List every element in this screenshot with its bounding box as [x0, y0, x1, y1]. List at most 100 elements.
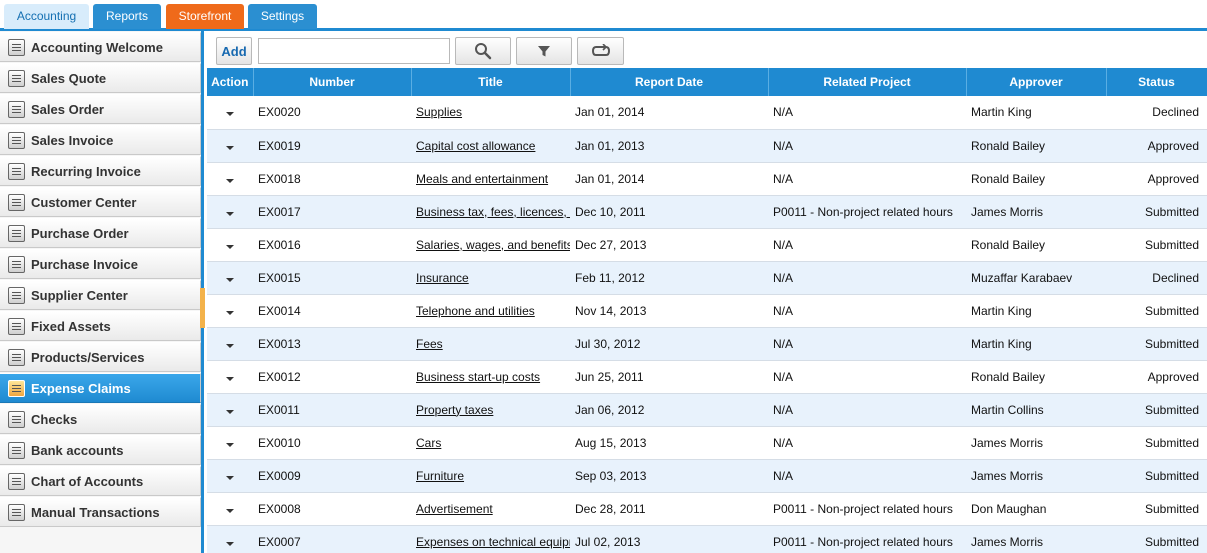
title-link[interactable]: Fees	[416, 337, 443, 351]
search-input[interactable]	[258, 38, 450, 64]
row-action-dropdown-icon[interactable]	[226, 442, 234, 447]
row-action-cell[interactable]	[207, 129, 253, 163]
refresh-button[interactable]	[577, 37, 624, 65]
sidebar-item-supplier-center[interactable]: Supplier Center	[0, 280, 201, 310]
row-action-dropdown-icon[interactable]	[226, 508, 234, 513]
sidebar-item-manual-transactions[interactable]: Manual Transactions	[0, 497, 201, 527]
table-row[interactable]: EX0008 Advertisement Dec 28, 2011 P0011 - N…	[207, 492, 1207, 526]
table-row[interactable]: EX0007 Expenses on technical equipme Jul 0…	[207, 525, 1207, 553]
sidebar-item-chart-of-accounts[interactable]: Chart of Accounts	[0, 466, 201, 496]
row-action-dropdown-icon[interactable]	[226, 475, 234, 480]
table-row[interactable]: EX0011 Property taxes Jan 06, 2012 N/A Marti…	[207, 393, 1207, 427]
sidebar: Accounting Welcome Sales Quote Sales Order…	[0, 31, 204, 553]
sidebar-item-bank-accounts[interactable]: Bank accounts	[0, 435, 201, 465]
quote-icon	[8, 69, 25, 87]
cell-status: Approved	[1106, 360, 1207, 394]
sidebar-item-products-services[interactable]: Products/Services	[0, 342, 201, 372]
table-row[interactable]: EX0009 Furniture Sep 03, 2013 N/A James Morr…	[207, 459, 1207, 493]
column-header-title[interactable]: Title	[411, 68, 571, 96]
title-link[interactable]: Capital cost allowance	[416, 139, 535, 153]
sidebar-item-label: Supplier Center	[31, 287, 128, 303]
row-action-cell[interactable]	[207, 195, 253, 229]
column-header-action[interactable]: Action	[207, 68, 254, 96]
title-link[interactable]: Meals and entertainment	[416, 172, 548, 186]
row-action-dropdown-icon[interactable]	[226, 277, 234, 282]
column-header-number[interactable]: Number	[253, 68, 412, 96]
row-action-dropdown-icon[interactable]	[226, 145, 234, 150]
sidebar-item-accounting-welcome[interactable]: Accounting Welcome	[0, 32, 201, 62]
sidebar-item-purchase-invoice[interactable]: Purchase Invoice	[0, 249, 201, 279]
search-button[interactable]	[455, 37, 511, 65]
column-header-status[interactable]: Status	[1106, 68, 1207, 96]
sidebar-item-expense-claims[interactable]: Expense Claims	[0, 373, 201, 403]
tab-storefront[interactable]: Storefront	[166, 4, 244, 29]
row-action-cell[interactable]	[207, 393, 253, 427]
row-action-cell[interactable]	[207, 162, 253, 196]
row-action-cell[interactable]	[207, 492, 253, 526]
title-link[interactable]: Supplies	[416, 105, 462, 119]
row-action-dropdown-icon[interactable]	[226, 178, 234, 183]
sidebar-item-customer-center[interactable]: Customer Center	[0, 187, 201, 217]
cell-approver: James Morris	[966, 459, 1106, 493]
tab-reports[interactable]: Reports	[93, 4, 161, 29]
title-link[interactable]: Advertisement	[416, 502, 493, 516]
sidebar-item-fixed-assets[interactable]: Fixed Assets	[0, 311, 201, 341]
row-action-cell[interactable]	[207, 228, 253, 262]
row-action-dropdown-icon[interactable]	[226, 244, 234, 249]
table-row[interactable]: EX0016 Salaries, wages, and benefits Dec 2…	[207, 228, 1207, 262]
title-link[interactable]: Telephone and utilities	[416, 304, 535, 318]
row-action-cell[interactable]	[207, 261, 253, 295]
column-header-related-project[interactable]: Related Project	[768, 68, 967, 96]
table-row[interactable]: EX0017 Business tax, fees, licences, d Dec…	[207, 195, 1207, 229]
tab-accounting[interactable]: Accounting	[4, 4, 89, 29]
row-action-dropdown-icon[interactable]	[226, 376, 234, 381]
cell-title: Insurance	[411, 261, 570, 295]
row-action-cell[interactable]	[207, 459, 253, 493]
add-button[interactable]: Add	[216, 37, 252, 65]
tab-settings[interactable]: Settings	[248, 4, 317, 29]
sidebar-item-sales-quote[interactable]: Sales Quote	[0, 63, 201, 93]
table-row[interactable]: EX0015 Insurance Feb 11, 2012 N/A Muzaffar K…	[207, 261, 1207, 295]
sidebar-item-checks[interactable]: Checks	[0, 404, 201, 434]
row-action-dropdown-icon[interactable]	[226, 541, 234, 546]
table-row[interactable]: EX0012 Business start-up costs Jun 25, 201…	[207, 360, 1207, 394]
row-action-cell[interactable]	[207, 525, 253, 553]
filter-button[interactable]	[516, 37, 572, 65]
table-row[interactable]: EX0020 Supplies Jan 01, 2014 N/A Martin King…	[207, 96, 1207, 130]
row-action-cell[interactable]	[207, 96, 253, 130]
title-link[interactable]: Business tax, fees, licences, d	[416, 205, 570, 219]
sidebar-item-sales-order[interactable]: Sales Order	[0, 94, 201, 124]
sidebar-item-sales-invoice[interactable]: Sales Invoice	[0, 125, 201, 155]
title-link[interactable]: Salaries, wages, and benefits	[416, 238, 570, 252]
column-header-approver[interactable]: Approver	[966, 68, 1107, 96]
row-action-dropdown-icon[interactable]	[226, 343, 234, 348]
row-action-dropdown-icon[interactable]	[226, 112, 234, 117]
title-link[interactable]: Business start-up costs	[416, 370, 540, 384]
sidebar-item-label: Sales Invoice	[31, 132, 114, 148]
row-action-cell[interactable]	[207, 294, 253, 328]
table-row[interactable]: EX0018 Meals and entertainment Jan 01, 201…	[207, 162, 1207, 196]
row-action-cell[interactable]	[207, 426, 253, 460]
table-row[interactable]: EX0019 Capital cost allowance Jan 01, 2013…	[207, 129, 1207, 163]
sidebar-item-purchase-order[interactable]: Purchase Order	[0, 218, 201, 248]
row-action-dropdown-icon[interactable]	[226, 310, 234, 315]
table-row[interactable]: EX0013 Fees Jul 30, 2012 N/A Martin King Subm…	[207, 327, 1207, 361]
cell-status: Approved	[1106, 162, 1207, 196]
column-header-report-date[interactable]: Report Date	[570, 68, 769, 96]
table-row[interactable]: EX0014 Telephone and utilities Nov 14, 201…	[207, 294, 1207, 328]
row-action-cell[interactable]	[207, 360, 253, 394]
refresh-icon	[591, 44, 610, 56]
table-row[interactable]: EX0010 Cars Aug 15, 2013 N/A James Morris Sub…	[207, 426, 1207, 460]
row-action-cell[interactable]	[207, 327, 253, 361]
title-link[interactable]: Furniture	[416, 469, 464, 483]
title-link[interactable]: Property taxes	[416, 403, 493, 417]
title-link[interactable]: Insurance	[416, 271, 469, 285]
cell-approver: Ronald Bailey	[966, 162, 1106, 196]
title-link[interactable]: Cars	[416, 436, 441, 450]
cell-approver: Ronald Bailey	[966, 360, 1106, 394]
sidebar-splitter-handle[interactable]	[200, 288, 205, 328]
row-action-dropdown-icon[interactable]	[226, 211, 234, 216]
row-action-dropdown-icon[interactable]	[226, 409, 234, 414]
title-link[interactable]: Expenses on technical equipme	[416, 535, 570, 549]
sidebar-item-recurring-invoice[interactable]: Recurring Invoice	[0, 156, 201, 186]
